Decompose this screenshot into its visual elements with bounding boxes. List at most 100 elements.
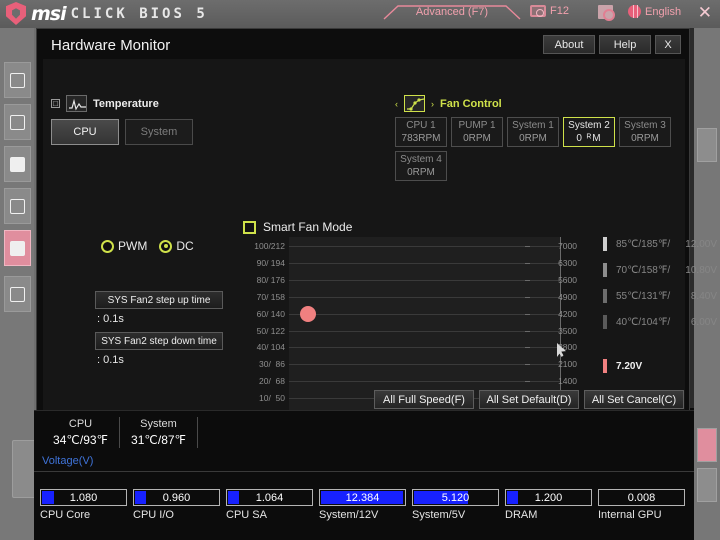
- chart-y-left-tick: 40/ 104: [256, 342, 285, 353]
- rail-button-2[interactable]: [4, 104, 31, 140]
- voltage-value: 12.384: [345, 492, 380, 504]
- voltage-label: DRAM: [505, 509, 538, 521]
- chart-gridline: [289, 280, 561, 281]
- temp-readout-value: 34℃/93℉: [53, 433, 108, 447]
- chart-gridline: [289, 381, 561, 382]
- chart-y-right-tick: 6300: [558, 257, 577, 268]
- language-label: English: [645, 5, 682, 18]
- fan-tile-rpm: 783RPM: [401, 133, 441, 144]
- chart-gridline: [289, 364, 561, 365]
- about-button[interactable]: About: [543, 35, 595, 54]
- rail-button-6[interactable]: [4, 276, 31, 312]
- sparkline-shape: [69, 98, 86, 111]
- chart-gridline: [289, 263, 561, 264]
- chart-gridline: [289, 347, 561, 348]
- msi-logo: msi CLICK BIOS 5: [6, 2, 208, 25]
- close-bios-icon[interactable]: ✕: [698, 3, 712, 23]
- chart-y-right-tick: 7000: [558, 241, 577, 251]
- fan-tile-cpu-1[interactable]: CPU 1 783RPM: [395, 117, 447, 147]
- advanced-mode-button[interactable]: Advanced (F7): [382, 3, 522, 23]
- radio-pwm[interactable]: [101, 239, 114, 253]
- action-button-row: All Full Speed(F) All Set Default(D) All…: [374, 390, 684, 409]
- step-up-time-button[interactable]: SYS Fan2 step up time: [95, 291, 223, 309]
- legend-color-swatch: [603, 315, 607, 329]
- voltage-divider: [34, 471, 694, 472]
- voltage-readout: 1.064 CPU SA: [226, 489, 319, 529]
- legend-voltage-label: 6.00V: [690, 316, 717, 328]
- voltage-gauge: 12.384: [319, 489, 406, 506]
- voltage-label: System/5V: [412, 509, 466, 521]
- tab-system[interactable]: System: [125, 119, 193, 145]
- temperature-graph-icon: [66, 95, 87, 112]
- chart-gridline: [289, 314, 561, 315]
- all-full-speed-button[interactable]: All Full Speed(F): [374, 390, 474, 409]
- language-button[interactable]: English: [628, 5, 681, 18]
- dialog-title: Hardware Monitor: [51, 37, 171, 54]
- fan-control-graph-icon: [404, 95, 425, 112]
- fan-curve-point-handle[interactable]: [299, 305, 316, 322]
- help-button[interactable]: Help: [599, 35, 651, 54]
- rail-button-3[interactable]: [4, 146, 31, 182]
- all-set-cancel-button[interactable]: All Set Cancel(C): [584, 390, 684, 409]
- rail-button-hardware-monitor[interactable]: [4, 230, 31, 266]
- expander-icon[interactable]: □: [51, 99, 60, 108]
- legend-temp-label: 55℃/131℉/: [616, 290, 671, 302]
- fan-tile-name: System 1: [512, 120, 554, 131]
- chart-tickmark: [525, 262, 530, 264]
- chart-tickmark: [525, 296, 530, 298]
- fan-tile-name: System 3: [624, 120, 666, 131]
- fan-curve-shape: [407, 98, 424, 111]
- right-rail-button-3[interactable]: [697, 468, 717, 502]
- rail-button-1[interactable]: [4, 62, 31, 98]
- rail-button-4[interactable]: [4, 188, 31, 224]
- voltage-label: CPU SA: [226, 509, 267, 521]
- voltage-value: 1.080: [69, 492, 98, 504]
- voltage-gauge: 0.960: [133, 489, 220, 506]
- smart-fan-mode-checkbox[interactable]: [243, 220, 256, 234]
- brand-name: msi: [31, 2, 67, 25]
- prev-arrow-icon[interactable]: ‹: [395, 99, 398, 109]
- fan-control-section-title: Fan Control: [440, 97, 502, 110]
- temp-readout-label: CPU: [68, 418, 93, 430]
- voltage-readout: 12.384 System/12V: [319, 489, 412, 529]
- chart-y-left-tick: 20/ 68: [259, 376, 285, 387]
- msi-dragon-shield-icon: [6, 2, 26, 25]
- close-button[interactable]: X: [655, 35, 681, 54]
- all-set-default-button[interactable]: All Set Default(D): [479, 390, 579, 409]
- boot-icon: [10, 198, 25, 214]
- chart-y-left-tick: 100/212: [254, 241, 285, 251]
- help-info-button[interactable]: [598, 5, 615, 21]
- right-rail-button-1[interactable]: [697, 128, 717, 162]
- fan-tile-pump-1[interactable]: PUMP 1 0RPM: [451, 117, 503, 147]
- chart-y-left-tick: 50/ 122: [256, 325, 285, 336]
- fan-tile-system-2[interactable]: System 2 0 ᴿM: [563, 117, 615, 147]
- legend-color-swatch: [603, 359, 607, 373]
- legend-color-swatch: [603, 289, 607, 303]
- fan-tile-name: CPU 1: [406, 120, 436, 131]
- chart-tickmark: [525, 279, 530, 281]
- chart-y-left-tick: 80/ 176: [256, 274, 285, 285]
- camera-icon: [530, 5, 546, 17]
- screenshot-button[interactable]: F12: [530, 5, 569, 17]
- smart-fan-mode-label: Smart Fan Mode: [263, 220, 353, 234]
- brand-subtitle: CLICK BIOS 5: [70, 5, 208, 22]
- users-icon: [10, 114, 25, 130]
- voltage-readouts: 1.080 CPU Core 0.960 CPU I/O 1.064 CPU SA 12.3…: [40, 489, 692, 529]
- voltage-label: System/12V: [319, 509, 379, 521]
- tab-cpu[interactable]: CPU: [51, 119, 119, 145]
- legend-active-label: 7.20V: [616, 360, 643, 372]
- chart-y-right-tick: 1400: [558, 376, 577, 387]
- radio-dc[interactable]: [159, 239, 173, 253]
- fan-tile-system-4[interactable]: System 4 0RPM: [395, 151, 447, 181]
- step-down-time-button[interactable]: SYS Fan2 step down time: [95, 332, 223, 350]
- chart-tickmark: [525, 364, 530, 366]
- next-arrow-icon[interactable]: ›: [431, 99, 434, 109]
- legend-voltage-label: 8.40V: [690, 290, 717, 302]
- fan-tile-system-1[interactable]: System 1 0RPM: [507, 117, 559, 147]
- monitor-icon: [10, 72, 25, 88]
- fan-tile-name: System 4: [400, 154, 442, 165]
- legend-temp-label: 70℃/158℉/: [616, 264, 671, 276]
- list-icon: [10, 286, 25, 302]
- fan-tile-system-3[interactable]: System 3 0RPM: [619, 117, 671, 147]
- fan-tile-rpm: 0RPM: [631, 133, 659, 144]
